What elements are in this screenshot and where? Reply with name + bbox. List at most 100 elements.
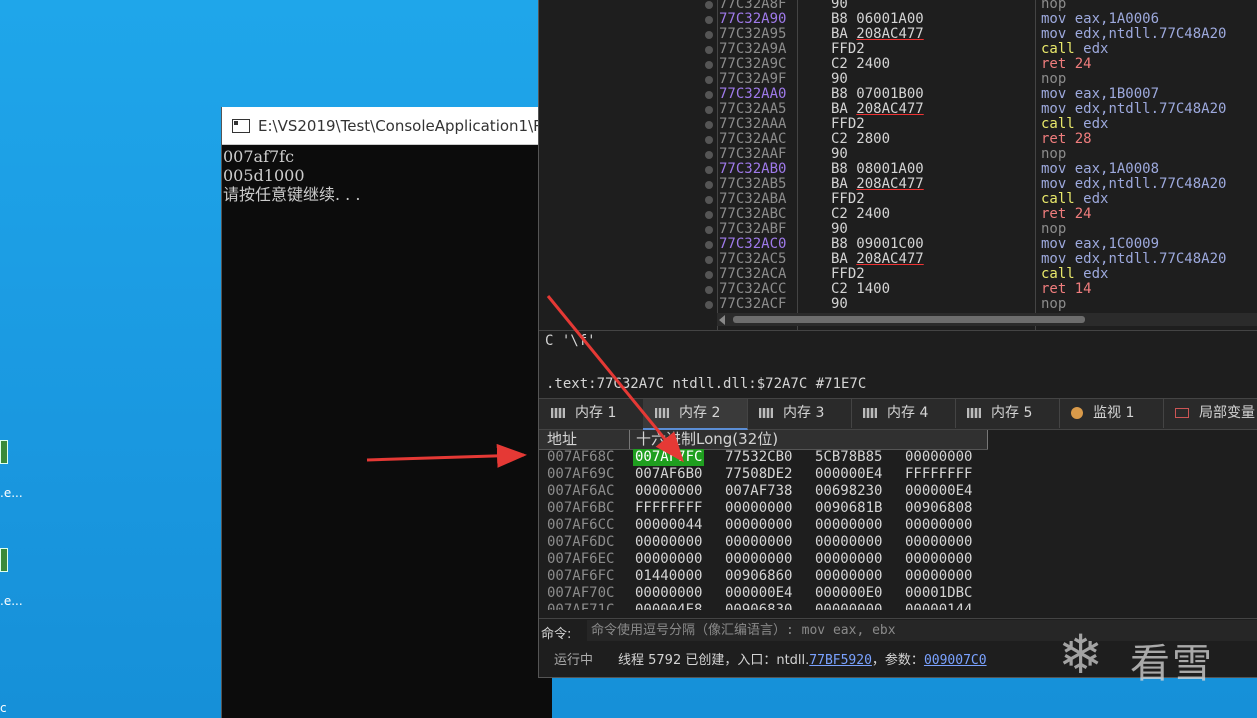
tab-1[interactable]: 内存 1 <box>539 399 644 428</box>
memory-value[interactable]: 77532CB0 <box>725 449 792 466</box>
breakpoint-dot-icon[interactable] <box>705 256 713 264</box>
memory-value[interactable]: 00906808 <box>905 500 972 517</box>
breakpoint-dot-icon[interactable] <box>705 136 713 144</box>
disasm-row[interactable]: 77C32AA5 BA 208AC477 mov edx,ntdll.77C48A2… <box>539 102 1257 117</box>
entry-link[interactable]: 77BF5920 <box>809 653 872 668</box>
disasm-row[interactable]: 77C32AB0 B8 08001A00 mov eax,1A0008 <box>539 162 1257 177</box>
disasm-row[interactable]: 77C32A9A FFD2 call edx <box>539 42 1257 57</box>
disasm-row[interactable]: 77C32AC5 BA 208AC477 mov edx,ntdll.77C48A2… <box>539 252 1257 267</box>
disasm-row[interactable]: 77C32ACC C2 1400 ret 14 <box>539 282 1257 297</box>
disasm-row[interactable]: 77C32ABF 90 nop <box>539 222 1257 237</box>
header-divider[interactable] <box>629 430 630 449</box>
memory-value[interactable]: 00698230 <box>815 483 882 500</box>
memory-value[interactable]: 00000044 <box>635 517 702 534</box>
memory-dump-view[interactable]: 007AF68C 007AF7FC 77532CB0 5CB78B85 00000000… <box>539 449 988 610</box>
breakpoint-dot-icon[interactable] <box>705 121 713 129</box>
debugger-window[interactable]: 77C32A8F 90 nop 77C32A90 B8 06001A00 mov eax,… <box>538 0 1257 678</box>
memory-value[interactable]: 00000000 <box>815 602 882 610</box>
disasm-row[interactable]: 77C32ACA FFD2 call edx <box>539 267 1257 282</box>
disasm-row[interactable]: 77C32ACF 90 nop <box>539 297 1257 312</box>
memory-value[interactable]: 000004E8 <box>635 602 702 610</box>
memory-value[interactable]: 007AF7FC <box>633 449 705 466</box>
breakpoint-dot-icon[interactable] <box>705 1 713 9</box>
breakpoint-dot-icon[interactable] <box>705 76 713 84</box>
breakpoint-dot-icon[interactable] <box>705 226 713 234</box>
memory-value[interactable]: 00906830 <box>725 602 792 610</box>
tab-6[interactable]: 监视 1 <box>1059 399 1164 428</box>
breakpoint-dot-icon[interactable] <box>705 196 713 204</box>
memory-value[interactable]: 0090681B <box>815 500 882 517</box>
memory-value[interactable]: 00000000 <box>815 551 882 568</box>
memory-value[interactable]: 5CB78B85 <box>815 449 882 466</box>
hex-column-header[interactable]: 十六进制Long(32位) <box>636 430 778 449</box>
memory-value[interactable]: 00000000 <box>725 500 792 517</box>
breakpoint-dot-icon[interactable] <box>705 91 713 99</box>
disasm-row[interactable]: 77C32ABC C2 2400 ret 24 <box>539 207 1257 222</box>
memory-value[interactable]: 00000000 <box>905 517 972 534</box>
memory-value[interactable]: FFFFFFFF <box>905 466 972 483</box>
breakpoint-dot-icon[interactable] <box>705 46 713 54</box>
scrollbar-thumb[interactable] <box>733 316 1085 323</box>
memory-value[interactable]: 00000144 <box>905 602 972 610</box>
memory-value[interactable]: 00000000 <box>905 449 972 466</box>
disasm-row[interactable]: 77C32AC0 B8 09001C00 mov eax,1C0009 <box>539 237 1257 252</box>
memory-value[interactable]: 00000000 <box>635 585 702 602</box>
memory-value[interactable]: 00000000 <box>635 551 702 568</box>
breakpoint-dot-icon[interactable] <box>705 211 713 219</box>
desktop-shortcut-1[interactable]: .e... <box>0 440 30 510</box>
horizontal-scrollbar[interactable] <box>717 313 1257 326</box>
memory-value[interactable]: 00000000 <box>635 534 702 551</box>
tab-4[interactable]: 内存 4 <box>851 399 956 428</box>
header-divider[interactable] <box>987 430 988 449</box>
breakpoint-dot-icon[interactable] <box>705 151 713 159</box>
breakpoint-dot-icon[interactable] <box>705 241 713 249</box>
breakpoint-dot-icon[interactable] <box>705 31 713 39</box>
memory-value[interactable]: 77508DE2 <box>725 466 792 483</box>
disasm-row[interactable]: 77C32AB5 BA 208AC477 mov edx,ntdll.77C48A2… <box>539 177 1257 192</box>
tab-2[interactable]: 内存 2 <box>643 399 748 430</box>
memory-value[interactable]: 000000E4 <box>815 466 882 483</box>
disasm-row[interactable]: 77C32AAA FFD2 call edx <box>539 117 1257 132</box>
memory-value[interactable]: 00000000 <box>725 517 792 534</box>
memory-value[interactable]: FFFFFFFF <box>635 500 702 517</box>
disasm-row[interactable]: 77C32AAC C2 2800 ret 28 <box>539 132 1257 147</box>
memory-value[interactable]: 01440000 <box>635 568 702 585</box>
memory-value[interactable]: 00000000 <box>905 551 972 568</box>
memory-value[interactable]: 00000000 <box>815 534 882 551</box>
memory-value[interactable]: 00000000 <box>725 534 792 551</box>
memory-value[interactable]: 00000000 <box>905 568 972 585</box>
memory-value[interactable]: 00000000 <box>815 517 882 534</box>
console-titlebar[interactable]: E:\VS2019\Test\ConsoleApplication1\R <box>222 107 552 145</box>
tab-7[interactable]: 局部变量 <box>1163 399 1257 428</box>
breakpoint-dot-icon[interactable] <box>705 301 713 309</box>
disasm-row[interactable]: 77C32AAF 90 nop <box>539 147 1257 162</box>
address-column-header[interactable]: 地址 <box>547 430 577 449</box>
breakpoint-dot-icon[interactable] <box>705 286 713 294</box>
disasm-row[interactable]: 77C32A9F 90 nop <box>539 72 1257 87</box>
breakpoint-dot-icon[interactable] <box>705 181 713 189</box>
breakpoint-dot-icon[interactable] <box>705 166 713 174</box>
breakpoint-dot-icon[interactable] <box>705 16 713 24</box>
memory-value[interactable]: 000000E0 <box>815 585 882 602</box>
memory-value[interactable]: 007AF738 <box>725 483 792 500</box>
memory-value[interactable]: 00000000 <box>635 483 702 500</box>
console-window[interactable]: E:\VS2019\Test\ConsoleApplication1\R 007… <box>221 107 552 718</box>
disasm-row[interactable]: 77C32A90 B8 06001A00 mov eax,1A0006 <box>539 12 1257 27</box>
memory-value[interactable]: 00000000 <box>905 534 972 551</box>
memory-value[interactable]: 00000000 <box>725 551 792 568</box>
disasm-row[interactable]: 77C32AA0 B8 07001B00 mov eax,1B0007 <box>539 87 1257 102</box>
disasm-row[interactable]: 77C32ABA FFD2 call edx <box>539 192 1257 207</box>
tab-5[interactable]: 内存 5 <box>955 399 1060 428</box>
disassembly-view[interactable]: 77C32A8F 90 nop 77C32A90 B8 06001A00 mov eax,… <box>539 0 1257 330</box>
breakpoint-dot-icon[interactable] <box>705 271 713 279</box>
scroll-left-icon[interactable] <box>719 315 725 325</box>
breakpoint-dot-icon[interactable] <box>705 61 713 69</box>
desktop-shortcut-2[interactable]: .e... <box>0 548 30 618</box>
disasm-row[interactable]: 77C32A95 BA 208AC477 mov edx,ntdll.77C48A2… <box>539 27 1257 42</box>
param-link[interactable]: 009007C0 <box>924 653 987 668</box>
memory-value[interactable]: 000000E4 <box>725 585 792 602</box>
tab-3[interactable]: 内存 3 <box>747 399 852 428</box>
memory-value[interactable]: 00906860 <box>725 568 792 585</box>
memory-value[interactable]: 007AF6B0 <box>635 466 702 483</box>
breakpoint-dot-icon[interactable] <box>705 106 713 114</box>
